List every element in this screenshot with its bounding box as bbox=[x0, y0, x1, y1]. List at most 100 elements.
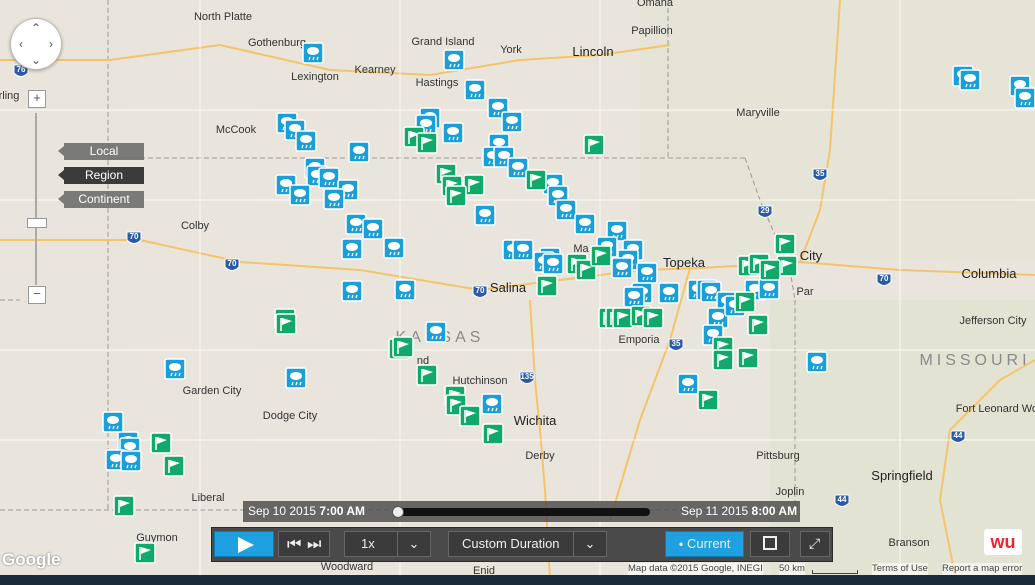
timeline-slider[interactable] bbox=[392, 506, 650, 518]
rain-marker-icon[interactable] bbox=[507, 157, 529, 179]
rain-marker-icon[interactable] bbox=[481, 393, 503, 415]
flag-marker-icon[interactable] bbox=[134, 542, 156, 564]
timeline-slider-handle[interactable] bbox=[392, 506, 404, 518]
play-button[interactable] bbox=[214, 531, 274, 557]
flag-marker-icon[interactable] bbox=[712, 349, 734, 371]
city-label: Ma bbox=[573, 243, 589, 255]
rain-marker-icon[interactable] bbox=[806, 351, 828, 373]
current-button[interactable]: ● Current bbox=[665, 531, 744, 557]
expand-button[interactable]: ⤢ bbox=[800, 531, 830, 557]
rain-marker-icon[interactable] bbox=[348, 141, 370, 163]
pan-control[interactable]: ⌃ ⌄ ‹ › bbox=[10, 18, 62, 70]
flag-marker-icon[interactable] bbox=[774, 233, 796, 255]
flag-marker-icon[interactable] bbox=[759, 259, 781, 281]
rain-marker-icon[interactable] bbox=[362, 218, 384, 240]
duration-dropdown[interactable]: Custom Duration ⌄ bbox=[448, 531, 607, 557]
logo-text: wu bbox=[990, 532, 1016, 552]
rain-marker-icon[interactable] bbox=[285, 367, 307, 389]
flag-marker-icon[interactable] bbox=[275, 313, 297, 335]
rain-marker-icon[interactable] bbox=[323, 188, 345, 210]
scale-continent-button[interactable]: Continent bbox=[58, 191, 144, 208]
flag-marker-icon[interactable] bbox=[525, 169, 547, 191]
flag-marker-icon[interactable] bbox=[459, 405, 481, 427]
pan-left-icon[interactable]: ‹ bbox=[15, 38, 27, 50]
flag-marker-icon[interactable] bbox=[113, 495, 135, 517]
flag-marker-icon[interactable] bbox=[163, 455, 185, 477]
rain-marker-icon[interactable] bbox=[574, 213, 596, 235]
pan-right-icon[interactable]: › bbox=[45, 38, 57, 50]
rain-marker-icon[interactable] bbox=[555, 199, 577, 221]
city-label: Joplin bbox=[776, 486, 805, 498]
rain-marker-icon[interactable] bbox=[120, 450, 142, 472]
rain-marker-icon[interactable] bbox=[442, 122, 464, 144]
rain-marker-icon[interactable] bbox=[302, 42, 324, 64]
rain-marker-icon[interactable] bbox=[1014, 87, 1035, 109]
rain-marker-icon[interactable] bbox=[295, 130, 317, 152]
rain-marker-icon[interactable] bbox=[318, 167, 340, 189]
flag-marker-icon[interactable] bbox=[416, 132, 438, 154]
zoom-slider-track[interactable] bbox=[35, 113, 37, 285]
flag-marker-icon[interactable] bbox=[590, 245, 612, 267]
city-label: Wichita bbox=[514, 413, 557, 428]
flag-marker-icon[interactable] bbox=[612, 307, 634, 329]
flag-marker-icon[interactable] bbox=[463, 174, 485, 196]
rain-marker-icon[interactable] bbox=[102, 411, 124, 433]
flag-marker-icon[interactable] bbox=[150, 432, 172, 454]
flag-marker-icon[interactable] bbox=[747, 314, 769, 336]
city-label: Garden City bbox=[183, 385, 242, 397]
rain-marker-icon[interactable] bbox=[542, 253, 564, 275]
rain-marker-icon[interactable] bbox=[658, 282, 680, 304]
rain-marker-icon[interactable] bbox=[341, 280, 363, 302]
calendar-button[interactable] bbox=[750, 531, 790, 557]
rain-marker-icon[interactable] bbox=[623, 286, 645, 308]
map-canvas[interactable]: North Platte Gothenburg Lexington Kearney Gr… bbox=[0, 0, 1035, 585]
flag-marker-icon[interactable] bbox=[697, 389, 719, 411]
flag-marker-icon[interactable] bbox=[392, 336, 414, 358]
flag-marker-icon[interactable] bbox=[445, 185, 467, 207]
rain-marker-icon[interactable] bbox=[383, 237, 405, 259]
rain-marker-icon[interactable] bbox=[474, 204, 496, 226]
rain-marker-icon[interactable] bbox=[341, 238, 363, 260]
city-label: North Platte bbox=[194, 11, 252, 23]
highway-number: 35 bbox=[816, 169, 825, 178]
scale-local-button[interactable]: Local bbox=[58, 143, 144, 160]
rain-marker-icon[interactable] bbox=[425, 321, 447, 343]
city-label: Jefferson City bbox=[959, 315, 1027, 327]
flag-marker-icon[interactable] bbox=[642, 307, 664, 329]
rain-marker-icon[interactable] bbox=[164, 358, 186, 380]
flag-marker-icon[interactable] bbox=[734, 291, 756, 313]
rain-marker-icon[interactable] bbox=[758, 278, 780, 300]
zoom-in-button[interactable]: + bbox=[28, 90, 46, 108]
flag-marker-icon[interactable] bbox=[416, 364, 438, 386]
rain-marker-icon[interactable] bbox=[394, 279, 416, 301]
rain-marker-icon[interactable] bbox=[611, 257, 633, 279]
skip-back-icon[interactable]: ⏮ bbox=[287, 536, 301, 554]
report-error-link[interactable]: Report a map error bbox=[942, 563, 1023, 575]
flag-marker-icon[interactable] bbox=[737, 347, 759, 369]
rain-marker-icon[interactable] bbox=[677, 373, 699, 395]
city-label: Guymon bbox=[136, 532, 178, 544]
city-label: rling bbox=[0, 90, 19, 102]
map-data-attribution: Map data ©2015 Google, INEGI bbox=[628, 563, 763, 575]
rain-marker-icon[interactable] bbox=[464, 79, 486, 101]
flag-marker-icon[interactable] bbox=[536, 275, 558, 297]
speed-dropdown[interactable]: 1x ⌄ bbox=[344, 531, 431, 557]
rain-marker-icon[interactable] bbox=[289, 184, 311, 206]
highway-number: 70 bbox=[476, 286, 485, 295]
pan-up-icon[interactable]: ⌃ bbox=[30, 22, 42, 34]
state-label: MISSOURI bbox=[919, 352, 1030, 369]
flag-marker-icon[interactable] bbox=[482, 423, 504, 445]
rain-marker-icon[interactable] bbox=[501, 111, 523, 133]
zoom-out-button[interactable]: − bbox=[28, 286, 46, 304]
flag-marker-icon[interactable] bbox=[583, 134, 605, 156]
scale-region-button[interactable]: Region bbox=[58, 167, 144, 184]
pan-down-icon[interactable]: ⌄ bbox=[30, 54, 42, 66]
skip-forward-icon[interactable]: ⏭ bbox=[307, 536, 321, 554]
rain-marker-icon[interactable] bbox=[636, 262, 658, 284]
terms-link[interactable]: Terms of Use bbox=[872, 563, 928, 575]
rain-marker-icon[interactable] bbox=[512, 239, 534, 261]
skip-buttons[interactable]: ⏮ ⏭ bbox=[278, 531, 330, 557]
zoom-slider-handle[interactable] bbox=[27, 218, 47, 228]
rain-marker-icon[interactable] bbox=[443, 49, 465, 71]
rain-marker-icon[interactable] bbox=[959, 69, 981, 91]
